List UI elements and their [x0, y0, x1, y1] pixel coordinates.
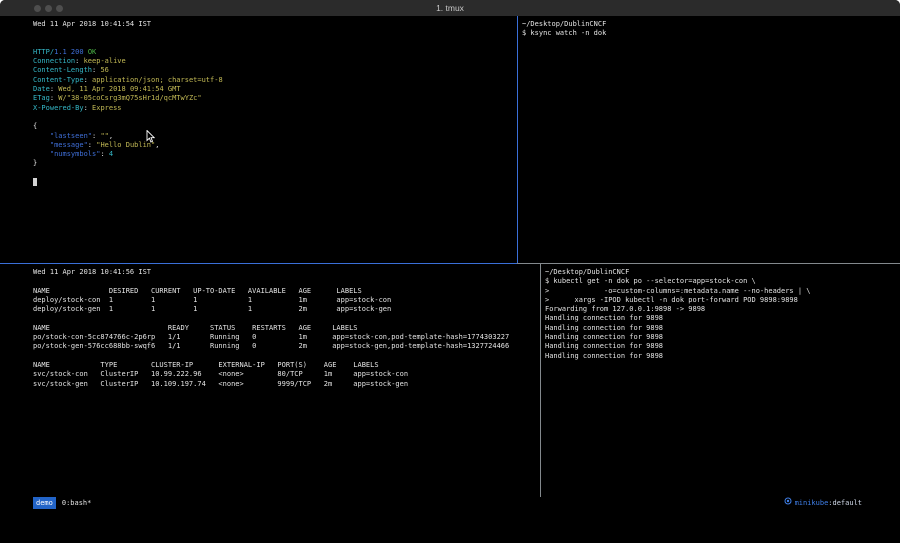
pane-http-response[interactable]: Wed 11 Apr 2018 10:41:54 IST HTTP/1.1 20… [0, 16, 517, 263]
terminal-line: NAME TYPE CLUSTER-IP EXTERNAL-IP PORT(S)… [33, 361, 540, 370]
pane-divider-horizontal-left[interactable] [0, 263, 517, 264]
terminal-line: "lastseen": "", [33, 132, 517, 141]
window-title: 1. tmux [0, 3, 900, 13]
desktop-background-strip [0, 543, 900, 555]
terminal-line: "numsymbols": 4 [33, 150, 517, 159]
status-left: demo 0:bash* [33, 497, 91, 509]
pane-divider-horizontal-right[interactable] [517, 263, 900, 264]
terminal-window: 1. tmux Wed 11 Apr 2018 10:41:54 IST HTT… [0, 0, 900, 543]
pane-kubectl-get-output[interactable]: Wed 11 Apr 2018 10:41:56 IST NAME DESIRE… [0, 264, 540, 497]
terminal-line [33, 277, 540, 286]
kube-namespace-label: :default [828, 499, 862, 507]
terminal-line: ~/Desktop/DublinCNCF [522, 20, 900, 29]
terminal-line: > -o=custom-columns=:metadata.name --no-… [545, 287, 900, 296]
terminal-line: > xargs -IPOD kubectl -n dok port-forwar… [545, 296, 900, 305]
terminal-line: HTTP/1.1 200 OK [33, 48, 517, 57]
terminal-line [33, 352, 540, 361]
terminal-line: $ kubectl get -n dok po --selector=app=s… [545, 277, 900, 286]
terminal-line: { [33, 122, 517, 131]
tmux-window-label[interactable]: 0:bash* [62, 497, 92, 509]
terminal-line: X-Powered-By: Express [33, 104, 517, 113]
terminal-line: Wed 11 Apr 2018 10:41:56 IST [33, 268, 540, 277]
terminal-line: } [33, 159, 517, 168]
terminal-line: NAME READY STATUS RESTARTS AGE LABELS [33, 324, 540, 333]
status-right: minikube:default [784, 497, 862, 509]
kube-context-label: minikube [795, 499, 829, 507]
terminal-line [33, 169, 517, 178]
terminal-line: Handling connection for 9898 [545, 333, 900, 342]
terminal-line: Content-Type: application/json; charset=… [33, 76, 517, 85]
terminal-line: deploy/stock-con 1 1 1 1 1m app=stock-co… [33, 296, 540, 305]
terminal-line [33, 113, 517, 122]
terminal-line [33, 314, 540, 323]
terminal-line: ETag: W/"38-05coCsrg3mQ75sHr1d/qcMTwYZc" [33, 94, 517, 103]
session-name-badge[interactable]: demo [33, 497, 56, 509]
pane-port-forward[interactable]: ~/Desktop/DublinCNCF$ kubectl get -n dok… [541, 264, 900, 497]
terminal-line: po/stock-gen-576cc688bb-swqf6 1/1 Runnin… [33, 342, 540, 351]
terminal-line: Connection: keep-alive [33, 57, 517, 66]
terminal-line: Forwarding from 127.0.0.1:9898 -> 9898 [545, 305, 900, 314]
tmux-status-bar: demo 0:bash* minikube:default [0, 497, 900, 509]
window-titlebar[interactable]: 1. tmux [0, 0, 900, 16]
terminal-line: Date: Wed, 11 Apr 2018 09:41:54 GMT [33, 85, 517, 94]
terminal-line: Handling connection for 9898 [545, 314, 900, 323]
terminal-line: svc/stock-con ClusterIP 10.99.222.96 <no… [33, 370, 540, 379]
terminal-line: $ ksync watch -n dok [522, 29, 900, 38]
kubernetes-helm-icon [784, 497, 792, 509]
terminal-line: Handling connection for 9898 [545, 352, 900, 361]
pane-divider-vertical-bottom[interactable] [540, 264, 541, 497]
terminal-line: Handling connection for 9898 [545, 324, 900, 333]
terminal-line [33, 178, 517, 187]
mouse-cursor-icon [146, 130, 155, 145]
terminal-line [33, 39, 517, 48]
terminal-line: svc/stock-gen ClusterIP 10.109.197.74 <n… [33, 380, 540, 389]
terminal-line: Wed 11 Apr 2018 10:41:54 IST [33, 20, 517, 29]
terminal-line: Content-Length: 56 [33, 66, 517, 75]
terminal-line: "message": "Hello Dublin", [33, 141, 517, 150]
terminal-line: NAME DESIRED CURRENT UP-TO-DATE AVAILABL… [33, 287, 540, 296]
terminal-line: ~/Desktop/DublinCNCF [545, 268, 900, 277]
terminal-line: deploy/stock-gen 1 1 1 1 2m app=stock-ge… [33, 305, 540, 314]
terminal-line [33, 29, 517, 38]
pane-divider-vertical-top[interactable] [517, 16, 518, 263]
terminal-line: po/stock-con-5cc874766c-2p6rp 1/1 Runnin… [33, 333, 540, 342]
terminal-line: Handling connection for 9898 [545, 342, 900, 351]
pane-ksync-watch[interactable]: ~/Desktop/DublinCNCF$ ksync watch -n dok [518, 16, 900, 263]
